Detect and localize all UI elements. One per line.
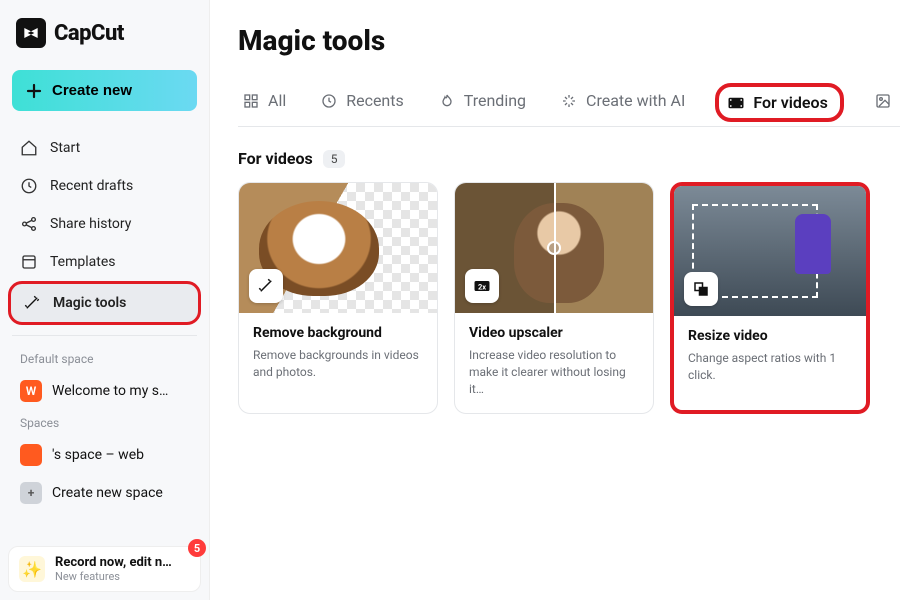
sidebar-item-label: Share history	[50, 216, 131, 232]
create-space-label: Create new space	[52, 485, 163, 501]
sidebar-item-start[interactable]: Start	[8, 129, 201, 167]
create-new-button[interactable]: Create new	[12, 70, 197, 111]
resize-icon	[684, 272, 718, 306]
section-header: For videos 5	[238, 149, 900, 168]
tab-label: All	[268, 91, 286, 110]
card-video-upscaler[interactable]: 2x Video upscaler Increase video resolut…	[454, 182, 654, 414]
share-icon	[20, 215, 38, 233]
card-thumbnail	[239, 183, 437, 313]
space-avatar: W	[20, 380, 42, 402]
clock-icon	[20, 177, 38, 195]
slider-handle-icon	[547, 241, 561, 255]
sidebar-item-recent-drafts[interactable]: Recent drafts	[8, 167, 201, 205]
sparkle-icon	[560, 92, 578, 110]
grid-icon	[242, 92, 260, 110]
section-title: For videos	[238, 149, 313, 168]
card-body: Video upscaler Increase video resolution…	[455, 313, 653, 413]
fire-icon	[438, 92, 456, 110]
tab-label: For videos	[753, 93, 828, 112]
app-logo: CapCut	[8, 18, 201, 70]
card-thumbnail: 2x	[455, 183, 653, 313]
card-description: Remove backgrounds in videos and photos.	[253, 347, 423, 381]
default-space-label: Default space	[8, 346, 201, 372]
record-now-card[interactable]: 5 ✨ Record now, edit no… New features	[8, 546, 201, 592]
video-icon	[727, 94, 745, 112]
card-body: Resize video Change aspect ratios with 1…	[674, 316, 866, 400]
clock-icon	[320, 92, 338, 110]
card-body: Remove background Remove backgrounds in …	[239, 313, 437, 397]
tab-label: Trending	[464, 91, 526, 110]
card-title: Video upscaler	[469, 325, 639, 341]
tab-all[interactable]: All	[238, 85, 290, 124]
image-icon	[874, 92, 892, 110]
app-logo-icon	[16, 18, 46, 48]
home-icon	[20, 139, 38, 157]
person-graphic	[795, 214, 831, 274]
notification-badge: 5	[188, 539, 206, 557]
sidebar: CapCut Create new Start Recent drafts Sh…	[0, 0, 210, 600]
plus-icon: +	[20, 482, 42, 504]
tab-recents[interactable]: Recents	[316, 85, 408, 124]
plus-icon	[26, 83, 42, 99]
tab-for-images[interactable]: For images	[870, 85, 900, 124]
card-resize-video[interactable]: Resize video Change aspect ratios with 1…	[670, 182, 870, 414]
sparkle-icon: ✨	[19, 556, 45, 582]
templates-icon	[20, 253, 38, 271]
sidebar-item-label: Recent drafts	[50, 178, 133, 194]
tab-trending[interactable]: Trending	[434, 85, 530, 124]
upscale-2x-icon: 2x	[465, 269, 499, 303]
section-count: 5	[323, 150, 346, 168]
sidebar-item-label: Magic tools	[53, 295, 126, 311]
default-space-item[interactable]: W Welcome to my s…	[8, 372, 201, 410]
sidebar-item-share-history[interactable]: Share history	[8, 205, 201, 243]
record-card-text: Record now, edit no… New features	[55, 555, 175, 583]
sidebar-item-label: Start	[50, 140, 80, 156]
sidebar-item-label: Templates	[50, 254, 116, 270]
main-content: Magic tools All Recents Trending Create …	[210, 0, 900, 600]
card-description: Change aspect ratios with 1 click.	[688, 350, 852, 384]
page-title: Magic tools	[238, 24, 900, 57]
space-item[interactable]: 's space – web	[8, 436, 201, 474]
spaces-label: Spaces	[8, 410, 201, 436]
card-title: Remove background	[253, 325, 423, 341]
tab-label: Create with AI	[586, 91, 685, 110]
sidebar-item-magic-tools[interactable]: Magic tools	[8, 281, 201, 325]
sidebar-item-templates[interactable]: Templates	[8, 243, 201, 281]
card-title: Resize video	[688, 328, 852, 344]
tab-create-with-ai[interactable]: Create with AI	[556, 85, 689, 124]
tool-cards: Remove background Remove backgrounds in …	[238, 182, 900, 414]
tab-for-videos[interactable]: For videos	[715, 83, 844, 122]
card-description: Increase video resolution to make it cle…	[469, 347, 639, 397]
divider	[12, 335, 197, 336]
create-new-label: Create new	[52, 82, 132, 99]
card-remove-background[interactable]: Remove background Remove backgrounds in …	[238, 182, 438, 414]
record-card-sub: New features	[55, 570, 175, 583]
app-name: CapCut	[54, 21, 124, 46]
card-thumbnail	[674, 186, 866, 316]
magic-wand-icon	[249, 269, 283, 303]
svg-text:2x: 2x	[478, 282, 486, 291]
space-name: 's space – web	[52, 447, 144, 463]
space-name: Welcome to my s…	[52, 383, 168, 399]
record-card-title: Record now, edit no…	[55, 555, 175, 570]
filter-tabs: All Recents Trending Create with AI For …	[238, 83, 900, 127]
space-avatar	[20, 444, 42, 466]
magic-wand-icon	[23, 294, 41, 312]
tab-label: Recents	[346, 91, 404, 110]
create-new-space[interactable]: + Create new space	[8, 474, 201, 512]
